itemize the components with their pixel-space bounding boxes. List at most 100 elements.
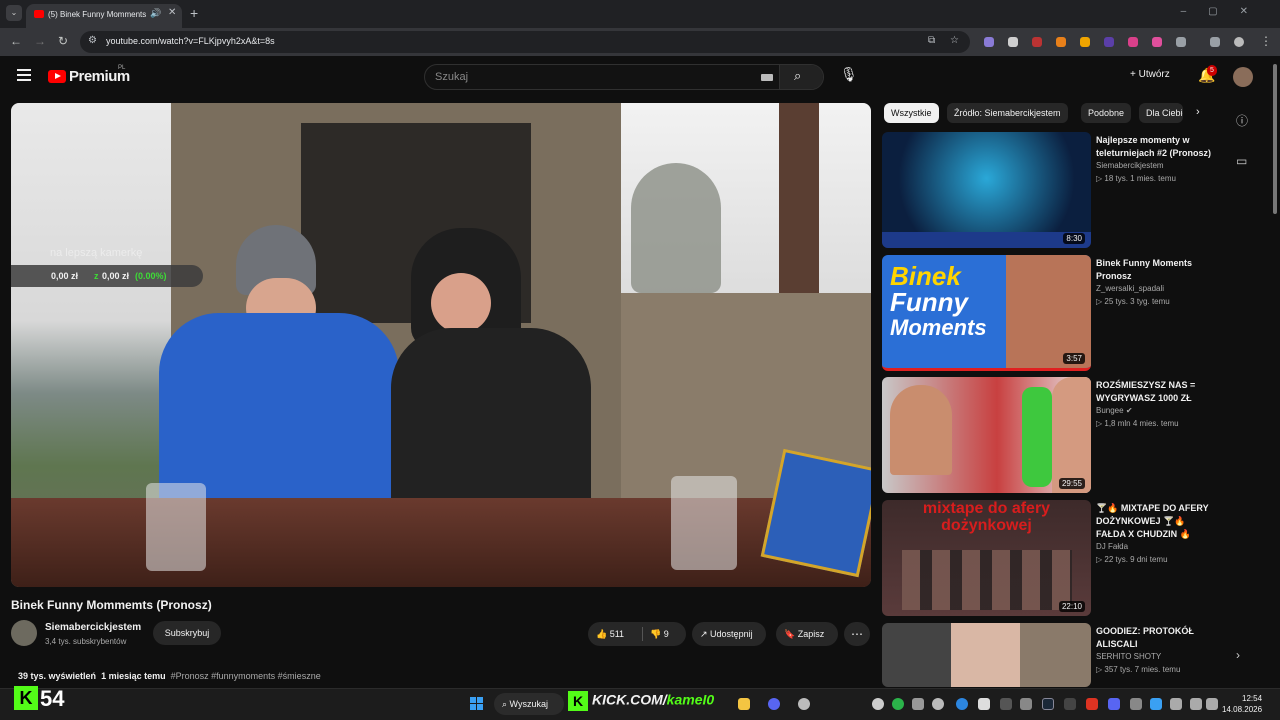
keyboard-icon[interactable] — [761, 74, 773, 81]
recommendation-title[interactable]: Najlepsze momenty w teleturniejach #2 (P… — [1096, 134, 1214, 160]
tab-search-icon[interactable]: ⌄ — [6, 5, 22, 21]
search-button[interactable]: ⌕ — [779, 65, 823, 89]
recommendation-item[interactable]: 8:30 Najlepsze momenty w teleturniejach … — [882, 132, 1222, 248]
chip-all[interactable]: Wszystkie — [884, 103, 939, 123]
volume-icon[interactable] — [1206, 698, 1218, 710]
browser-tab[interactable]: (5) Binek Funny Momments 🔊 ✕ — [26, 4, 182, 28]
system-clock[interactable]: 12:54 14.08.2026 — [1222, 693, 1262, 715]
tray-app-icon[interactable] — [1086, 698, 1098, 710]
extension-icon[interactable] — [984, 37, 994, 47]
create-button[interactable]: + Utwórz — [1130, 69, 1170, 80]
recommendation-thumbnail[interactable] — [882, 623, 1091, 687]
recommendation-thumbnail[interactable]: Binek Funny Moments 3:57 — [882, 255, 1091, 371]
extension-icon[interactable] — [1080, 37, 1090, 47]
recommendation-title[interactable]: ROZŚMIESZYSZ NAS = WYGRYWASZ 1000 ZŁ — [1096, 379, 1214, 405]
recommendation-thumbnail[interactable]: mixtape do afery dożynkowej 22:10 — [882, 500, 1091, 616]
tray-app-icon[interactable] — [912, 698, 924, 710]
tray-app-icon[interactable] — [956, 698, 968, 710]
tray-app-icon[interactable] — [872, 698, 884, 710]
share-button[interactable]: ↗ Udostępnij — [692, 622, 766, 646]
tray-app-icon[interactable] — [1108, 698, 1120, 710]
chip-for-you[interactable]: Dla Ciebie — [1139, 103, 1183, 123]
video-duration: 8:30 — [1063, 233, 1085, 244]
browser-menu-icon[interactable]: ⋮ — [1260, 34, 1272, 48]
recommendation-thumbnail[interactable]: 29:55 — [882, 377, 1091, 493]
extension-icon[interactable] — [1104, 37, 1114, 47]
reading-list-icon[interactable] — [1210, 37, 1220, 47]
save-button[interactable]: 🔖 Zapisz — [776, 622, 838, 646]
extension-icon[interactable] — [1152, 37, 1162, 47]
subscribe-button[interactable]: Subskrybuj — [153, 621, 221, 645]
recommendation-thumbnail[interactable]: 8:30 — [882, 132, 1091, 248]
video-description[interactable]: 39 tys. wyświetleń 1 miesiąc temu #Prono… — [18, 671, 321, 681]
new-tab-button[interactable]: + — [190, 5, 198, 21]
tray-app-icon[interactable] — [1130, 698, 1142, 710]
site-info-icon[interactable]: ⚙ — [88, 35, 97, 46]
network-icon[interactable] — [1190, 698, 1202, 710]
recommendation-item[interactable]: GOODIEZ: PROTOKÓŁ ALISCALI SERHITO SHOTY… — [882, 623, 1222, 687]
close-tab-icon[interactable]: ✕ — [168, 7, 176, 18]
dislike-button[interactable]: 👎 9 — [650, 622, 669, 646]
info-icon[interactable]: ⓘ — [1236, 112, 1248, 129]
back-icon[interactable]: ← — [10, 34, 22, 48]
tray-app-icon[interactable] — [1020, 698, 1032, 710]
recommendation-title[interactable]: 🍸🔥 MIXTAPE DO AFERY DOŻYNKOWEJ 🍸🔥 FAŁDA … — [1096, 502, 1214, 541]
page-scrollbar[interactable] — [1273, 64, 1277, 214]
address-bar[interactable]: ⚙ youtube.com/watch?v=FLKjpvyh2xA&t=8s ⧉… — [80, 31, 970, 53]
chip-related[interactable]: Podobne — [1081, 103, 1132, 123]
extensions-puzzle-icon[interactable] — [1176, 37, 1186, 47]
chat-icon[interactable]: ▭ — [1236, 154, 1247, 168]
taskbar-search[interactable]: ⌕ Wyszukaj — [494, 693, 564, 715]
discord-icon[interactable] — [768, 698, 780, 710]
recommendation-title[interactable]: GOODIEZ: PROTOKÓŁ ALISCALI — [1096, 625, 1214, 651]
windows-start-icon[interactable] — [470, 697, 484, 711]
recommendation-channel[interactable]: DJ Fałda — [1096, 542, 1128, 551]
extension-icon[interactable] — [1128, 37, 1138, 47]
hashtags[interactable]: #Pronosz #funnymoments #śmieszne — [171, 671, 321, 681]
channel-avatar[interactable] — [11, 620, 37, 646]
voice-search-mic-icon[interactable]: 🎙 — [840, 66, 858, 83]
tray-app-icon[interactable] — [1000, 698, 1012, 710]
tray-app-icon[interactable] — [892, 698, 904, 710]
tray-app-icon[interactable] — [978, 698, 990, 710]
account-avatar[interactable] — [1233, 67, 1253, 87]
forward-icon[interactable]: → — [34, 34, 46, 48]
chip-source[interactable]: Źródło: Siemabercikjestem — [947, 103, 1068, 123]
video-player[interactable] — [11, 103, 871, 587]
url-text[interactable]: youtube.com/watch?v=FLKjpvyh2xA&t=8s — [106, 36, 275, 46]
reload-icon[interactable]: ↻ — [58, 34, 68, 48]
recommendation-channel[interactable]: Siemabercikjestem — [1096, 161, 1164, 170]
microphone-icon[interactable] — [1170, 698, 1182, 710]
file-explorer-icon[interactable] — [738, 698, 750, 710]
recommendation-channel[interactable]: Bungee ✔ — [1096, 406, 1133, 415]
glass-mug-left — [146, 483, 206, 571]
more-actions-icon[interactable]: ⋯ — [844, 622, 870, 646]
steam-icon[interactable] — [1042, 698, 1054, 710]
extension-icon[interactable] — [1008, 37, 1018, 47]
recommendation-channel[interactable]: Z_wersalki_spadali — [1096, 284, 1164, 293]
chrome-icon[interactable] — [798, 698, 810, 710]
profile-avatar-icon[interactable] — [1234, 37, 1244, 47]
person-right-black-jacket — [391, 328, 591, 518]
bookmark-star-icon[interactable]: ☆ — [950, 35, 959, 46]
tray-app-icon[interactable] — [1064, 698, 1076, 710]
tray-app-icon[interactable] — [932, 698, 944, 710]
recommendation-title[interactable]: Binek Funny Moments Pronosz — [1096, 257, 1214, 283]
install-app-icon[interactable]: ⧉ — [928, 35, 935, 46]
window-controls[interactable]: –▢✕ — [1181, 6, 1270, 17]
recommendation-channel[interactable]: SERHITO SHOTY — [1096, 652, 1161, 661]
recommendation-item[interactable]: Binek Funny Moments 3:57 Binek Funny Mom… — [882, 255, 1222, 371]
like-button[interactable]: 👍 511 — [596, 622, 624, 646]
tray-app-icon[interactable] — [1150, 698, 1162, 710]
chips-next-chevron-icon[interactable]: › — [1196, 106, 1200, 118]
search-box[interactable]: Szukaj ⌕ — [424, 64, 824, 90]
search-input[interactable]: Szukaj — [435, 71, 468, 83]
recommendation-item[interactable]: mixtape do afery dożynkowej 22:10 🍸🔥 MIX… — [882, 500, 1222, 616]
speaker-icon[interactable]: 🔊 — [150, 8, 161, 19]
extension-icon[interactable] — [1056, 37, 1066, 47]
hamburger-menu-icon[interactable] — [17, 69, 31, 81]
channel-name[interactable]: Siemabercickjestem — [45, 622, 141, 633]
chevron-right-icon[interactable]: › — [1236, 648, 1240, 662]
recommendation-item[interactable]: 29:55 ROZŚMIESZYSZ NAS = WYGRYWASZ 1000 … — [882, 377, 1222, 493]
extension-icon[interactable] — [1032, 37, 1042, 47]
